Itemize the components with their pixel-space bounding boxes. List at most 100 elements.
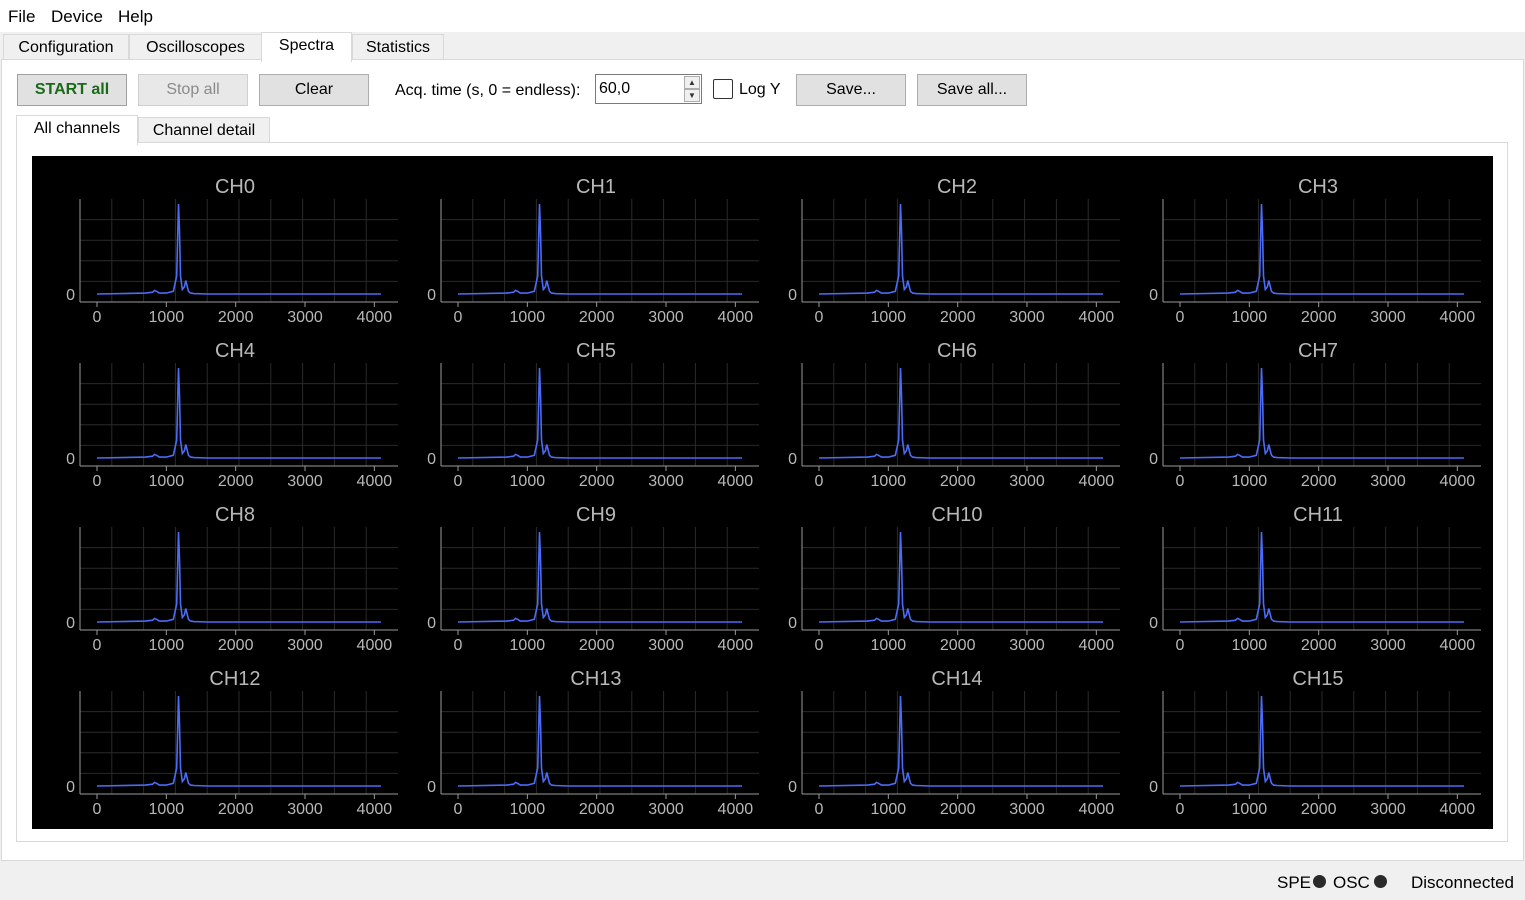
x-tick-label: 3000 (1009, 801, 1045, 818)
x-tick-label: 0 (93, 637, 102, 654)
x-tick-label: 4000 (357, 473, 393, 490)
menu-help[interactable]: Help (118, 7, 153, 27)
x-tick-label: 1000 (871, 473, 907, 490)
save-button[interactable]: Save... (796, 74, 906, 106)
x-tick-label: 2000 (1301, 801, 1337, 818)
spin-down-icon[interactable]: ▼ (684, 89, 700, 102)
x-tick-label: 3000 (648, 473, 684, 490)
x-tick-label: 4000 (357, 801, 393, 818)
x-tick-label: 1000 (1232, 309, 1268, 326)
x-tick-label: 4000 (718, 309, 754, 326)
main-tab-bar: Configuration Oscilloscopes Spectra Stat… (0, 32, 1525, 62)
menu-device[interactable]: Device (51, 7, 103, 27)
x-tick-label: 3000 (1370, 801, 1406, 818)
x-tick-label: 4000 (1079, 637, 1115, 654)
panel-title: CH15 (1292, 668, 1343, 690)
y-tick-label: 0 (1149, 615, 1158, 632)
panel-title: CH3 (1298, 176, 1338, 198)
stop-all-button[interactable]: Stop all (138, 74, 248, 106)
spectra-panel: START all Stop all Clear Acq. time (s, 0… (1, 59, 1524, 861)
spectra-plot-grid[interactable]: CH0 0 1000 2000 3000 4000 0 CH1 0 1000 2000 3000 400… (32, 156, 1493, 829)
y-tick-label: 0 (66, 779, 75, 796)
x-tick-label: 2000 (218, 801, 254, 818)
x-tick-label: 0 (1176, 637, 1185, 654)
x-tick-label: 2000 (218, 473, 254, 490)
panel-title: CH12 (209, 668, 260, 690)
y-tick-label: 0 (788, 615, 797, 632)
panel-title: CH14 (931, 668, 982, 690)
panel-title: CH13 (570, 668, 621, 690)
panel-title: CH6 (937, 340, 977, 362)
panel-title: CH10 (931, 504, 982, 526)
panel-title: CH9 (576, 504, 616, 526)
x-tick-label: 2000 (940, 473, 976, 490)
all-channels-panel: CH0 0 1000 2000 3000 4000 0 CH1 0 1000 2000 3000 400… (16, 142, 1508, 842)
x-tick-label: 4000 (357, 309, 393, 326)
acq-time-input[interactable] (599, 79, 683, 99)
x-tick-label: 0 (1176, 801, 1185, 818)
x-tick-label: 4000 (1079, 801, 1115, 818)
x-tick-label: 4000 (718, 801, 754, 818)
x-tick-label: 3000 (1370, 473, 1406, 490)
x-tick-label: 4000 (1440, 473, 1476, 490)
panel-title: CH1 (576, 176, 616, 198)
start-all-button[interactable]: START all (17, 74, 127, 106)
clear-button[interactable]: Clear (259, 74, 369, 106)
x-tick-label: 1000 (1232, 801, 1268, 818)
x-tick-label: 3000 (287, 801, 323, 818)
x-tick-label: 2000 (940, 637, 976, 654)
x-tick-label: 3000 (1009, 309, 1045, 326)
tab-oscilloscopes[interactable]: Oscilloscopes (129, 34, 262, 61)
y-tick-label: 0 (66, 287, 75, 304)
y-tick-label: 0 (427, 451, 436, 468)
x-tick-label: 2000 (1301, 473, 1337, 490)
spectra-grid-svg: CH00 1000 2000 3000 40000CH10 1000 2000 3000 400… (66, 176, 1481, 818)
y-tick-label: 0 (788, 287, 797, 304)
x-tick-label: 3000 (648, 801, 684, 818)
y-tick-label: 0 (427, 615, 436, 632)
status-bar: SPE OSC Disconnected (0, 862, 1525, 900)
x-tick-label: 4000 (718, 637, 754, 654)
log-y-checkbox[interactable] (713, 79, 733, 99)
x-tick-label: 0 (454, 309, 463, 326)
panel-title: CH0 (215, 176, 255, 198)
y-tick-label: 0 (66, 451, 75, 468)
x-tick-label: 2000 (1301, 309, 1337, 326)
panel-title: CH8 (215, 504, 255, 526)
x-tick-label: 3000 (648, 309, 684, 326)
x-tick-label: 1000 (1232, 473, 1268, 490)
y-tick-label: 0 (1149, 779, 1158, 796)
x-tick-label: 0 (815, 637, 824, 654)
x-tick-label: 1000 (149, 309, 185, 326)
menu-file[interactable]: File (8, 7, 35, 27)
save-all-button[interactable]: Save all... (917, 74, 1027, 106)
subtab-channel-detail[interactable]: Channel detail (138, 117, 270, 145)
x-tick-label: 4000 (1079, 309, 1115, 326)
x-tick-label: 1000 (149, 473, 185, 490)
x-tick-label: 1000 (510, 473, 546, 490)
x-tick-label: 3000 (287, 473, 323, 490)
x-tick-label: 1000 (510, 309, 546, 326)
x-tick-label: 1000 (1232, 637, 1268, 654)
x-tick-label: 2000 (579, 637, 615, 654)
osc-status-label: OSC (1333, 873, 1370, 892)
panel-title: CH5 (576, 340, 616, 362)
x-tick-label: 0 (93, 473, 102, 490)
tab-statistics[interactable]: Statistics (352, 34, 444, 61)
x-tick-label: 0 (454, 637, 463, 654)
menu-bar: File Device Help (0, 0, 1525, 32)
tab-spectra[interactable]: Spectra (261, 32, 352, 62)
y-tick-label: 0 (788, 451, 797, 468)
y-tick-label: 0 (788, 779, 797, 796)
acq-time-spinbox[interactable]: ▲ ▼ (595, 74, 702, 104)
x-tick-label: 4000 (1440, 309, 1476, 326)
spe-status-indicator (1313, 875, 1326, 888)
x-tick-label: 3000 (648, 637, 684, 654)
x-tick-label: 1000 (510, 637, 546, 654)
x-tick-label: 2000 (940, 309, 976, 326)
spin-up-icon[interactable]: ▲ (684, 76, 700, 89)
x-tick-label: 2000 (940, 801, 976, 818)
x-tick-label: 0 (1176, 473, 1185, 490)
tab-configuration[interactable]: Configuration (3, 34, 129, 61)
subtab-all-channels[interactable]: All channels (16, 115, 138, 145)
